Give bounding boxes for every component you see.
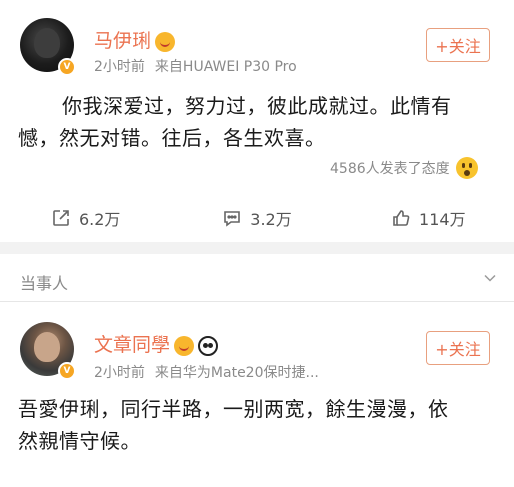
avatar-face — [34, 332, 60, 362]
reactions-summary[interactable]: 4586人发表了态度 — [330, 157, 478, 179]
post-content-line: 你我深爱过，努力过，彼此成就过。此情有 — [62, 94, 452, 118]
post-meta: 2小时前 来自华为Mate20保时捷... — [94, 362, 319, 382]
repost-button[interactable]: 6.2万 — [0, 206, 171, 230]
post-username[interactable]: 文章同學 — [94, 330, 219, 357]
verified-badge-icon: V — [58, 58, 76, 76]
follow-button[interactable]: +关注 — [426, 28, 490, 62]
post-time: 2小时前 — [94, 365, 145, 381]
comment-count: 3.2万 — [250, 210, 292, 229]
post-time: 2小时前 — [94, 59, 145, 75]
username-text: 马伊琍 — [94, 30, 152, 52]
follow-button[interactable]: +关注 — [426, 331, 490, 365]
username-text: 文章同學 — [94, 334, 171, 356]
like-button[interactable]: 114万 — [343, 206, 514, 230]
like-count: 114万 — [419, 210, 466, 229]
weibo-feed: V 马伊琍 2小时前 来自HUAWEI P30 Pro +关注 你我深爱过，努力过… — [0, 0, 514, 487]
post-content: 吾愛伊琍，同行半路，一别两宽，餘生漫漫，依 然親情守候。 — [18, 393, 498, 457]
post-content-line: 憾，然无对错。往后，各生欢喜。 — [18, 126, 326, 150]
comment-button[interactable]: 3.2万 — [171, 206, 342, 230]
vip-icon — [174, 335, 195, 356]
vip-icon — [155, 31, 176, 52]
post-source: 来自华为Mate20保时捷... — [154, 365, 319, 381]
post-source: 来自HUAWEI P30 Pro — [154, 59, 297, 75]
post-meta: 2小时前 来自HUAWEI P30 Pro — [94, 56, 297, 76]
post-actions: 6.2万 3.2万 114万 — [0, 198, 514, 238]
post-content: 你我深爱过，努力过，彼此成就过。此情有 憾，然无对错。往后，各生欢喜。 — [18, 90, 498, 154]
repost-count: 6.2万 — [78, 210, 121, 229]
avatar-face — [34, 28, 60, 58]
chevron-down-icon[interactable] — [484, 272, 496, 284]
section-divider — [0, 242, 514, 254]
verified-badge-icon: V — [58, 362, 76, 380]
comment-icon — [224, 211, 241, 227]
reactions-text: 4586人发表了态度 — [330, 161, 450, 177]
panda-icon — [198, 335, 219, 356]
section-title: 当事人 — [20, 274, 69, 293]
share-box-icon — [53, 210, 69, 226]
post-username[interactable]: 马伊琍 — [94, 26, 176, 53]
post-content-line: 然親情守候。 — [18, 429, 141, 453]
post-content-line: 吾愛伊琍，同行半路，一别两宽，餘生漫漫，依 — [18, 397, 449, 421]
thumbs-up-icon — [393, 210, 410, 226]
section-header: 当事人 — [0, 254, 514, 302]
wow-face-icon — [455, 157, 478, 179]
